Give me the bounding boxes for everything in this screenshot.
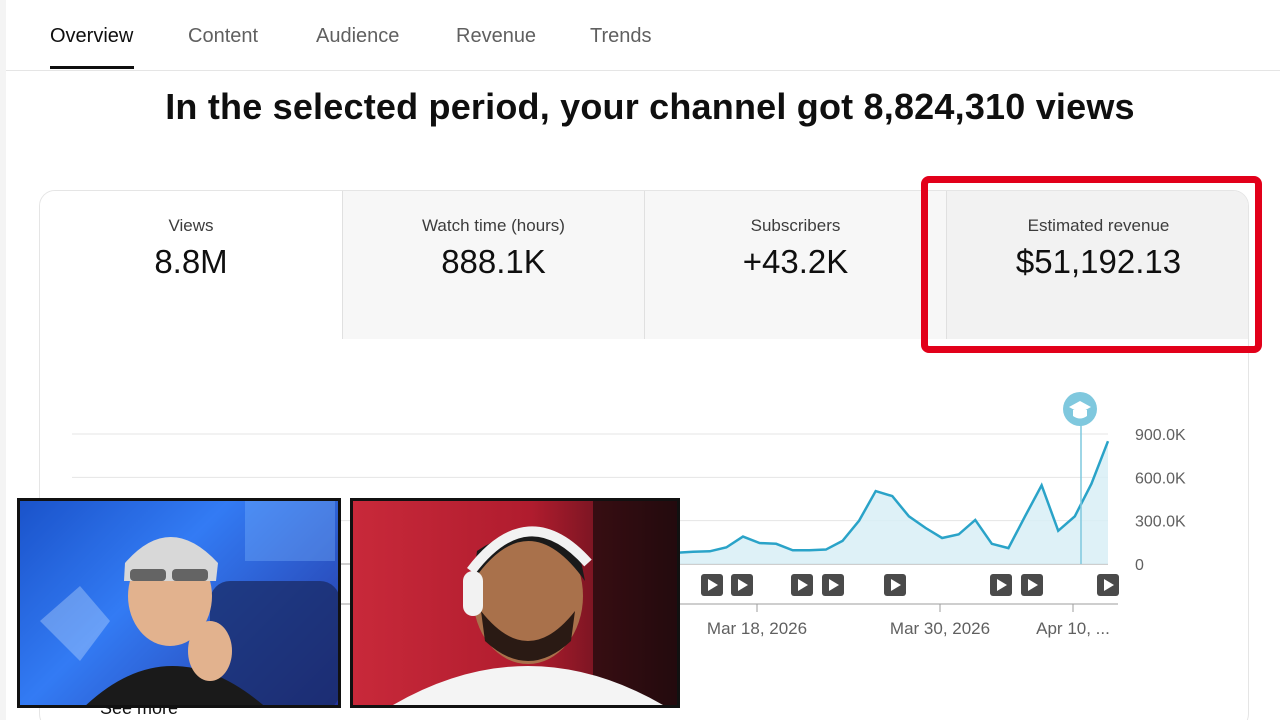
metric-label: Watch time (hours) [422, 216, 565, 235]
metric-value: +43.2K [742, 243, 849, 280]
page-headline: In the selected period, your channel got… [165, 86, 1135, 127]
tab-audience[interactable]: Audience [316, 25, 399, 48]
metric-label: Estimated revenue [1027, 216, 1170, 235]
webcam-right [350, 498, 680, 708]
metric-value: 8.8M [154, 243, 228, 280]
metric-watch-time[interactable]: Watch time (hours) 888.1K [342, 191, 644, 339]
metric-subscribers[interactable]: Subscribers +43.2K [644, 191, 946, 339]
metric-label: Subscribers [750, 216, 841, 235]
tab-revenue[interactable]: Revenue [456, 25, 536, 48]
active-tab-indicator [50, 66, 134, 69]
tab-content[interactable]: Content [188, 25, 258, 48]
tab-overview[interactable]: Overview [50, 25, 133, 48]
tab-bar: Overview Content Audience Revenue Trends [6, 0, 1280, 71]
metric-views[interactable]: Views 8.8M [40, 191, 342, 339]
metric-estimated-revenue[interactable]: Estimated revenue $51,192.13 [946, 191, 1248, 339]
webcam-left [17, 498, 341, 708]
person-right-illustration [393, 501, 677, 705]
metric-value: 888.1K [441, 243, 546, 280]
person-left-illustration [20, 501, 338, 705]
metric-value: $51,192.13 [1015, 243, 1182, 280]
tab-trends[interactable]: Trends [590, 25, 652, 48]
metric-label: Views [168, 216, 214, 235]
